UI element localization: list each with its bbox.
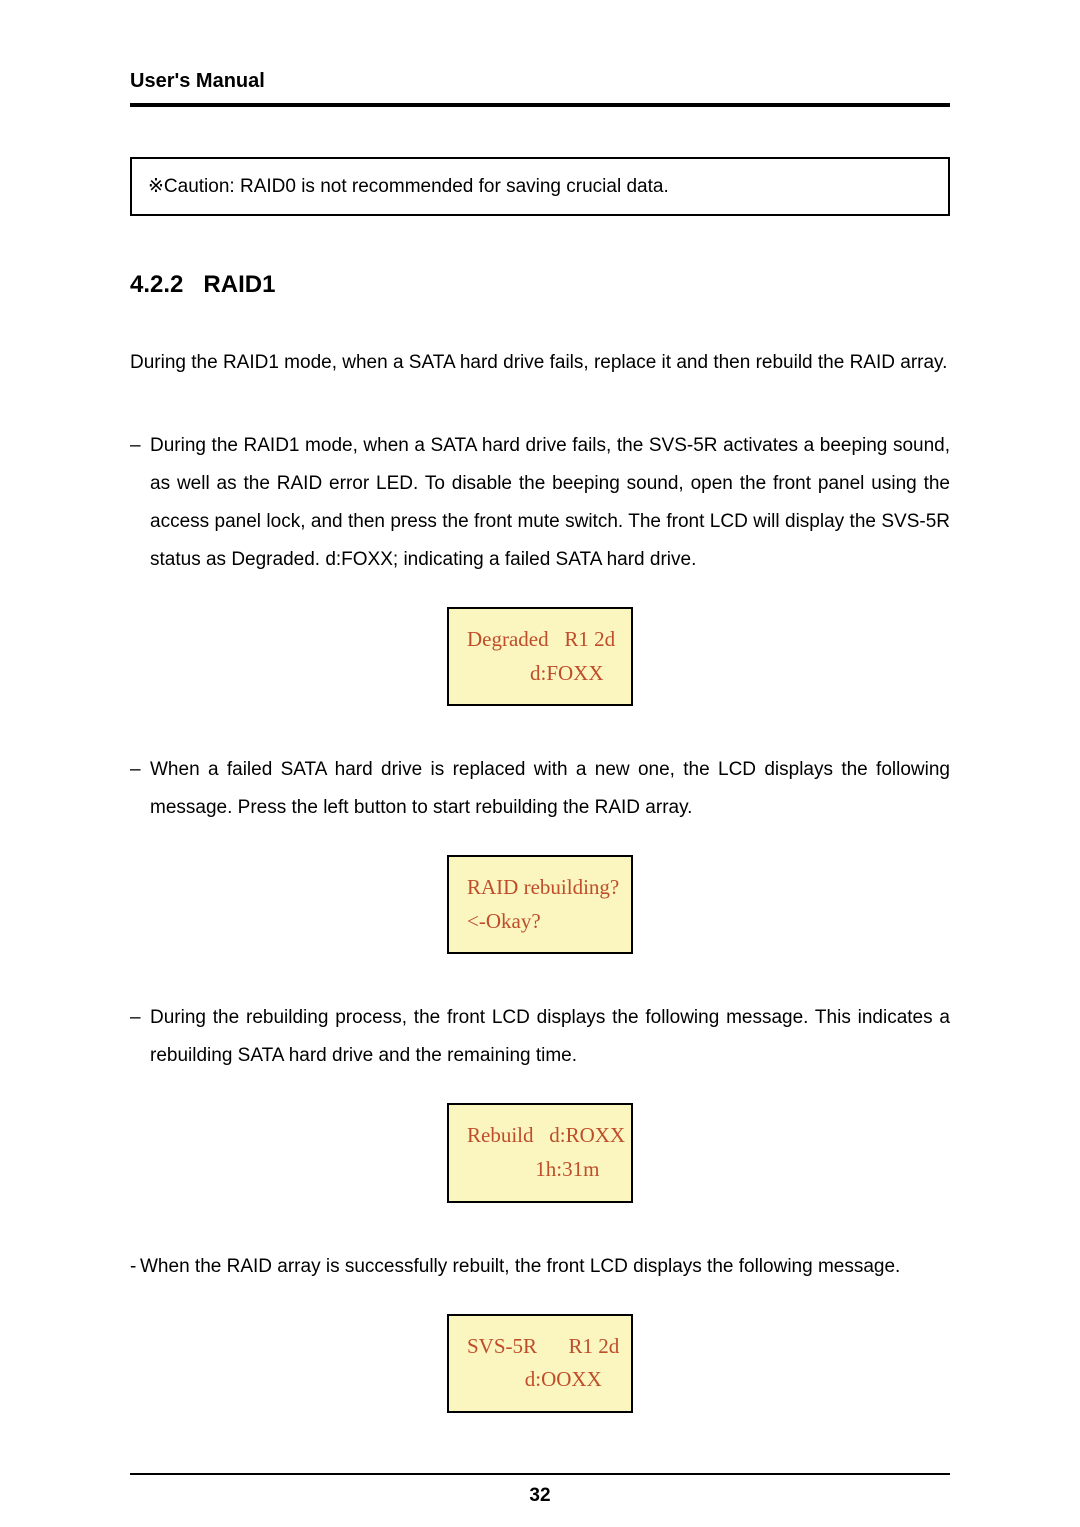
footer-rule — [130, 1473, 950, 1475]
lcd-wrap: Rebuild d:ROXX 1h:31m — [130, 1103, 950, 1202]
list-item: – When a failed SATA hard drive is repla… — [130, 751, 950, 827]
lcd-display-degraded: Degraded R1 2d d:FOXX — [447, 607, 633, 706]
list-item-text: During the RAID1 mode, when a SATA hard … — [150, 435, 950, 570]
bullet-dash: - — [130, 1248, 136, 1286]
intro-paragraph: During the RAID1 mode, when a SATA hard … — [130, 344, 950, 382]
caution-symbol: ※ — [148, 176, 164, 197]
section-title: RAID1 — [203, 271, 275, 298]
bullet-dash: – — [130, 427, 141, 465]
lcd-display-rebuild-progress: Rebuild d:ROXX 1h:31m — [447, 1103, 633, 1202]
lcd-wrap: Degraded R1 2d d:FOXX — [130, 607, 950, 706]
lcd-wrap: SVS-5R R1 2d d:OOXX — [130, 1314, 950, 1413]
section-heading: 4.2.2 RAID1 — [130, 271, 950, 299]
page-number: 32 — [130, 1485, 950, 1507]
list-item-text: When the RAID array is successfully rebu… — [140, 1256, 900, 1277]
bullet-dash: – — [130, 999, 141, 1037]
lcd-wrap: RAID rebuilding? <-Okay? — [130, 855, 950, 954]
list-item-text: When a failed SATA hard drive is replace… — [150, 759, 950, 818]
page-footer: 32 — [130, 1473, 950, 1507]
lcd-display-rebuilding-prompt: RAID rebuilding? <-Okay? — [447, 855, 633, 954]
page-header: User's Manual — [130, 70, 950, 107]
list-item: – During the RAID1 mode, when a SATA har… — [130, 427, 950, 579]
bullet-dash: – — [130, 751, 141, 789]
list-item-text: During the rebuilding process, the front… — [150, 1007, 950, 1066]
caution-text: Caution: RAID0 is not recommended for sa… — [164, 176, 669, 197]
list-item: – During the rebuilding process, the fro… — [130, 999, 950, 1075]
caution-box: ※Caution: RAID0 is not recommended for s… — [130, 157, 950, 216]
section-number: 4.2.2 — [130, 271, 183, 298]
lcd-display-success: SVS-5R R1 2d d:OOXX — [447, 1314, 633, 1413]
manual-title: User's Manual — [130, 70, 265, 92]
list-item: - When the RAID array is successfully re… — [130, 1248, 950, 1286]
